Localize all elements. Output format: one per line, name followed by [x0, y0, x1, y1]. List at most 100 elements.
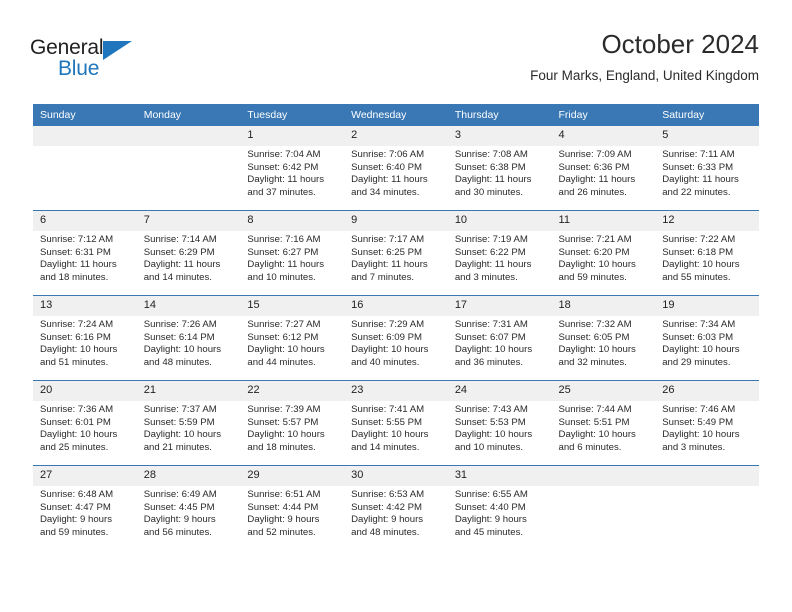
day-cell-content [655, 466, 759, 550]
sunset-time: Sunset: 6:03 PM [662, 331, 734, 343]
day-sun-info: Sunrise: 7:22 AM Sunset: 6:18 PM Daylight:… [655, 231, 759, 284]
calendar-day-cell[interactable]: 23 Sunrise: 7:41 AM Sunset: 5:55 PM Dayligh… [344, 380, 448, 466]
weekday-header-sunday: Sunday [33, 104, 137, 126]
day-sun-info: Sunrise: 7:08 AM Sunset: 6:38 PM Daylight:… [448, 146, 552, 199]
day-number: 11 [551, 211, 656, 231]
calendar-day-cell[interactable]: 12 Sunrise: 7:22 AM Sunset: 6:18 PM Dayligh… [655, 210, 759, 296]
daylight-duration-line2: and 37 minutes. [247, 186, 316, 198]
day-cell-content: 24 Sunrise: 7:43 AM Sunset: 5:53 PM Dayligh… [447, 381, 552, 465]
day-cell-content: 5 Sunrise: 7:11 AM Sunset: 6:33 PM Daylight… [655, 126, 759, 210]
calendar-day-cell[interactable]: 24 Sunrise: 7:43 AM Sunset: 5:53 PM Dayligh… [447, 380, 552, 466]
calendar-day-cell[interactable]: 15 Sunrise: 7:27 AM Sunset: 6:12 PM Dayligh… [240, 295, 345, 381]
day-sun-info: Sunrise: 7:32 AM Sunset: 6:05 PM Daylight:… [552, 316, 656, 369]
calendar-day-cell[interactable]: 28 Sunrise: 6:49 AM Sunset: 4:45 PM Dayligh… [136, 465, 241, 550]
sunrise-time: Sunrise: 7:11 AM [662, 149, 735, 160]
sunrise-time: Sunrise: 7:43 AM [454, 404, 528, 415]
day-cell-content: 13 Sunrise: 7:24 AM Sunset: 6:16 PM Dayligh… [33, 296, 137, 380]
day-sun-info [552, 486, 656, 489]
daylight-duration-line2: and 29 minutes. [662, 356, 731, 368]
sunrise-time: Sunrise: 7:44 AM [558, 404, 632, 415]
daylight-duration-line1: Daylight: 10 hours [454, 344, 533, 356]
calendar-day-cell[interactable]: 1 Sunrise: 7:04 AM Sunset: 6:42 PM Daylight… [240, 126, 345, 211]
calendar-day-cell[interactable]: 7 Sunrise: 7:14 AM Sunset: 6:29 PM Daylight… [136, 210, 241, 296]
day-sun-info: Sunrise: 7:39 AM Sunset: 5:57 PM Daylight:… [240, 401, 344, 454]
daylight-duration-line1: Daylight: 11 hours [247, 259, 325, 271]
sunrise-time: Sunrise: 7:12 AM [40, 234, 114, 245]
sunset-time: Sunset: 6:40 PM [351, 161, 423, 173]
calendar-empty-cell [655, 465, 759, 550]
calendar-day-cell[interactable]: 31 Sunrise: 6:55 AM Sunset: 4:40 PM Dayligh… [447, 465, 552, 550]
day-sun-info: Sunrise: 7:43 AM Sunset: 5:53 PM Daylight:… [448, 401, 552, 454]
calendar-day-cell[interactable]: 14 Sunrise: 7:26 AM Sunset: 6:14 PM Dayligh… [136, 295, 241, 381]
calendar-day-cell[interactable]: 26 Sunrise: 7:46 AM Sunset: 5:49 PM Dayligh… [655, 380, 759, 466]
sunrise-time: Sunrise: 7:19 AM [454, 234, 528, 245]
calendar-week-row: 27 Sunrise: 6:48 AM Sunset: 4:47 PM Dayligh… [33, 465, 759, 550]
calendar-day-cell[interactable]: 13 Sunrise: 7:24 AM Sunset: 6:16 PM Dayligh… [33, 295, 137, 381]
daylight-duration-line1: Daylight: 11 hours [143, 259, 221, 271]
day-sun-info: Sunrise: 7:16 AM Sunset: 6:27 PM Daylight:… [240, 231, 344, 284]
weekday-header-thursday: Thursday [447, 104, 552, 126]
sunrise-time: Sunrise: 7:04 AM [247, 149, 321, 160]
calendar-day-cell[interactable]: 29 Sunrise: 6:51 AM Sunset: 4:44 PM Dayligh… [240, 465, 345, 550]
daylight-duration-line1: Daylight: 11 hours [558, 174, 636, 186]
logo-text-blue: Blue [58, 57, 100, 80]
sunset-time: Sunset: 6:18 PM [662, 246, 734, 258]
sunrise-time: Sunrise: 7:14 AM [143, 234, 217, 245]
calendar-day-cell[interactable]: 21 Sunrise: 7:37 AM Sunset: 5:59 PM Dayligh… [136, 380, 241, 466]
day-number [136, 126, 241, 146]
day-sun-info: Sunrise: 7:14 AM Sunset: 6:29 PM Daylight:… [137, 231, 241, 284]
day-sun-info: Sunrise: 7:36 AM Sunset: 6:01 PM Daylight:… [33, 401, 137, 454]
daylight-duration-line2: and 26 minutes. [558, 186, 627, 198]
calendar-day-cell[interactable]: 30 Sunrise: 6:53 AM Sunset: 4:42 PM Dayligh… [344, 465, 448, 550]
daylight-duration-line2: and 45 minutes. [454, 526, 524, 538]
daylight-duration-line1: Daylight: 9 hours [40, 514, 112, 526]
calendar-day-cell[interactable]: 2 Sunrise: 7:06 AM Sunset: 6:40 PM Daylight… [344, 126, 448, 211]
calendar-day-cell[interactable]: 10 Sunrise: 7:19 AM Sunset: 6:22 PM Dayligh… [447, 210, 552, 296]
day-sun-info [655, 486, 759, 489]
day-number: 22 [240, 381, 345, 401]
calendar-week-row: 1 Sunrise: 7:04 AM Sunset: 6:42 PM Daylight… [33, 126, 759, 211]
calendar-day-cell[interactable]: 9 Sunrise: 7:17 AM Sunset: 6:25 PM Daylight… [344, 210, 448, 296]
calendar-day-cell[interactable]: 17 Sunrise: 7:31 AM Sunset: 6:07 PM Dayligh… [447, 295, 552, 381]
calendar-day-cell[interactable]: 18 Sunrise: 7:32 AM Sunset: 6:05 PM Dayligh… [551, 295, 656, 381]
day-number: 5 [655, 126, 759, 146]
daylight-duration-line2: and 14 minutes. [351, 441, 420, 453]
day-number: 25 [551, 381, 656, 401]
day-number: 23 [344, 381, 448, 401]
sunrise-time: Sunrise: 6:49 AM [143, 489, 217, 500]
calendar-day-cell[interactable]: 19 Sunrise: 7:34 AM Sunset: 6:03 PM Dayligh… [655, 295, 759, 381]
sunrise-time: Sunrise: 6:53 AM [351, 489, 425, 500]
calendar-day-cell[interactable]: 8 Sunrise: 7:16 AM Sunset: 6:27 PM Daylight… [240, 210, 345, 296]
daylight-duration-line1: Daylight: 10 hours [247, 429, 325, 441]
calendar-day-cell[interactable]: 5 Sunrise: 7:11 AM Sunset: 6:33 PM Daylight… [655, 126, 759, 211]
sunset-time: Sunset: 6:33 PM [662, 161, 734, 173]
calendar-day-cell[interactable]: 25 Sunrise: 7:44 AM Sunset: 5:51 PM Dayligh… [551, 380, 656, 466]
sunrise-time: Sunrise: 7:41 AM [351, 404, 425, 415]
day-number: 14 [136, 296, 241, 316]
day-cell-content: 31 Sunrise: 6:55 AM Sunset: 4:40 PM Dayligh… [447, 466, 552, 550]
day-number: 9 [344, 211, 448, 231]
calendar-day-cell[interactable]: 27 Sunrise: 6:48 AM Sunset: 4:47 PM Dayligh… [33, 465, 137, 550]
sunrise-time: Sunrise: 7:08 AM [454, 149, 528, 160]
day-number: 24 [447, 381, 552, 401]
sunset-time: Sunset: 6:01 PM [40, 416, 111, 428]
day-cell-content: 1 Sunrise: 7:04 AM Sunset: 6:42 PM Daylight… [240, 126, 345, 210]
sunset-time: Sunset: 6:20 PM [558, 246, 630, 258]
calendar-day-cell[interactable]: 16 Sunrise: 7:29 AM Sunset: 6:09 PM Dayligh… [344, 295, 448, 381]
day-cell-content: 8 Sunrise: 7:16 AM Sunset: 6:27 PM Daylight… [240, 211, 345, 295]
calendar-day-cell[interactable]: 3 Sunrise: 7:08 AM Sunset: 6:38 PM Daylight… [447, 126, 552, 211]
daylight-duration-line2: and 6 minutes. [558, 441, 622, 453]
daylight-duration-line1: Daylight: 10 hours [143, 429, 222, 441]
calendar-day-cell[interactable]: 22 Sunrise: 7:39 AM Sunset: 5:57 PM Dayligh… [240, 380, 345, 466]
daylight-duration-line1: Daylight: 10 hours [454, 429, 533, 441]
sunset-time: Sunset: 6:29 PM [143, 246, 215, 258]
calendar-day-cell[interactable]: 6 Sunrise: 7:12 AM Sunset: 6:31 PM Daylight… [33, 210, 137, 296]
calendar-day-cell[interactable]: 20 Sunrise: 7:36 AM Sunset: 6:01 PM Dayligh… [33, 380, 137, 466]
calendar-day-cell[interactable]: 11 Sunrise: 7:21 AM Sunset: 6:20 PM Dayligh… [551, 210, 656, 296]
title-block: October 2024 Four Marks, England, United… [530, 28, 759, 86]
general-blue-logo: General Blue [30, 36, 150, 84]
daylight-duration-line1: Daylight: 10 hours [351, 344, 429, 356]
daylight-duration-line2: and 52 minutes. [247, 526, 316, 538]
day-number: 18 [551, 296, 656, 316]
calendar-day-cell[interactable]: 4 Sunrise: 7:09 AM Sunset: 6:36 PM Daylight… [551, 126, 656, 211]
